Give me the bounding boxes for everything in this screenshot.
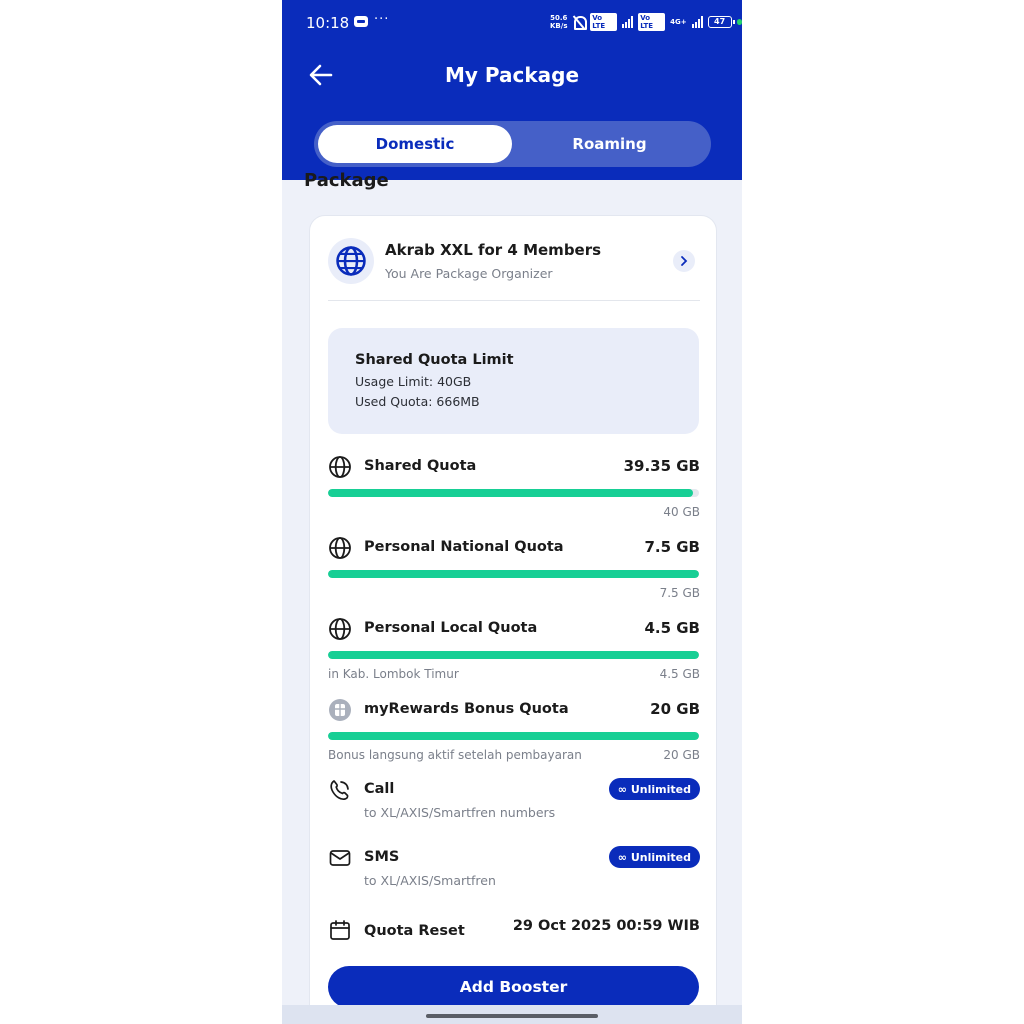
rewards-icon	[328, 698, 352, 722]
quota-value: 39.35 GB	[623, 457, 700, 475]
quota-progress-fill	[328, 570, 699, 578]
volte-icon: Vo LTE	[590, 13, 618, 31]
service-subtitle: to XL/AXIS/Smartfren numbers	[364, 805, 556, 820]
quota-progress-fill	[328, 732, 699, 740]
quota-label: Personal Local Quota	[364, 620, 538, 636]
globe-icon	[328, 455, 352, 479]
add-booster-button[interactable]: Add Booster	[328, 966, 699, 1008]
package-subtitle: You Are Package Organizer	[385, 266, 553, 281]
quota-total: 7.5 GB	[659, 586, 700, 600]
service-subtitle: to XL/AXIS/Smartfren	[364, 873, 496, 888]
mail-icon	[328, 846, 352, 870]
quota-label: myRewards Bonus Quota	[364, 701, 569, 717]
status-bar: 10:18 ··· 50.6 KB/s Vo LTE Vo LTE 4G+ 47	[282, 0, 742, 44]
infinity-icon: ∞	[617, 850, 627, 864]
phone-screen: 10:18 ··· 50.6 KB/s Vo LTE Vo LTE 4G+ 47	[282, 0, 742, 1024]
limit-title: Shared Quota Limit	[355, 352, 514, 368]
shared-quota-limit-box: Shared Quota Limit Usage Limit: 40GB Use…	[328, 328, 699, 434]
quota-note: in Kab. Lombok Timur	[328, 667, 459, 681]
divider	[328, 300, 700, 301]
bell-off-icon	[572, 15, 588, 30]
calendar-icon	[328, 918, 352, 942]
quota-progress	[328, 651, 699, 659]
infinity-icon: ∞	[617, 782, 627, 796]
status-time: 10:18	[306, 14, 350, 32]
quota-total: 4.5 GB	[659, 667, 700, 681]
unlimited-badge: ∞ Unlimited	[608, 846, 700, 868]
phone-icon	[328, 778, 352, 802]
quota-value: 7.5 GB	[644, 538, 700, 556]
more-notifications-icon: ···	[374, 12, 390, 27]
chevron-right-icon[interactable]	[673, 250, 695, 272]
service-label: Call	[364, 781, 395, 797]
quota-note: Bonus langsung aktif setelah pembayaran	[328, 748, 582, 762]
signal-icon	[622, 16, 634, 28]
navigation-bar	[282, 1005, 742, 1024]
quota-progress	[328, 732, 699, 740]
tab-domestic[interactable]: Domestic	[318, 125, 512, 163]
used-quota: Used Quota: 666MB	[355, 394, 480, 409]
package-name[interactable]: Akrab XXL for 4 Members	[385, 241, 601, 259]
notification-icon	[354, 16, 368, 27]
tab-roaming[interactable]: Roaming	[512, 125, 707, 163]
quota-progress	[328, 570, 699, 578]
quota-total: 20 GB	[663, 748, 700, 762]
tab-switcher: Domestic Roaming	[314, 121, 711, 167]
network-speed: 50.6 KB/s	[550, 14, 567, 30]
quota-value: 20 GB	[650, 700, 700, 718]
quota-reset-value: 29 Oct 2025 00:59 WIB	[512, 918, 700, 934]
quota-progress	[328, 489, 699, 497]
battery-icon: 47	[707, 16, 735, 28]
badge-label: Unlimited	[630, 782, 691, 796]
quota-reset-label: Quota Reset	[364, 923, 465, 939]
status-icons: 50.6 KB/s Vo LTE Vo LTE 4G+ 47	[550, 12, 742, 32]
quota-total: 40 GB	[663, 505, 700, 519]
unlimited-badge: ∞ Unlimited	[608, 778, 700, 800]
quota-progress-fill	[328, 651, 699, 659]
speed-value: 50.6	[550, 14, 568, 22]
speed-unit: KB/s	[550, 22, 568, 30]
network-type: 4G+	[670, 18, 687, 26]
header: 10:18 ··· 50.6 KB/s Vo LTE Vo LTE 4G+ 47	[282, 0, 742, 180]
volte-icon-2: Vo LTE	[638, 13, 666, 31]
privacy-indicator-icon	[736, 19, 742, 25]
service-label: SMS	[364, 849, 400, 865]
section-title: Package	[304, 170, 389, 191]
globe-icon	[328, 617, 352, 641]
quota-label: Shared Quota	[364, 458, 477, 474]
package-card: Akrab XXL for 4 Members You Are Package …	[309, 215, 717, 1024]
signal-icon-2	[691, 16, 703, 28]
globe-icon	[328, 536, 352, 560]
home-gesture-handle[interactable]	[426, 1014, 598, 1018]
badge-label: Unlimited	[630, 850, 691, 864]
page-title: My Package	[444, 63, 580, 87]
quota-label: Personal National Quota	[364, 539, 564, 555]
usage-limit: Usage Limit: 40GB	[355, 374, 472, 389]
quota-progress-fill	[328, 489, 694, 497]
globe-icon	[328, 238, 374, 284]
quota-value: 4.5 GB	[644, 619, 700, 637]
